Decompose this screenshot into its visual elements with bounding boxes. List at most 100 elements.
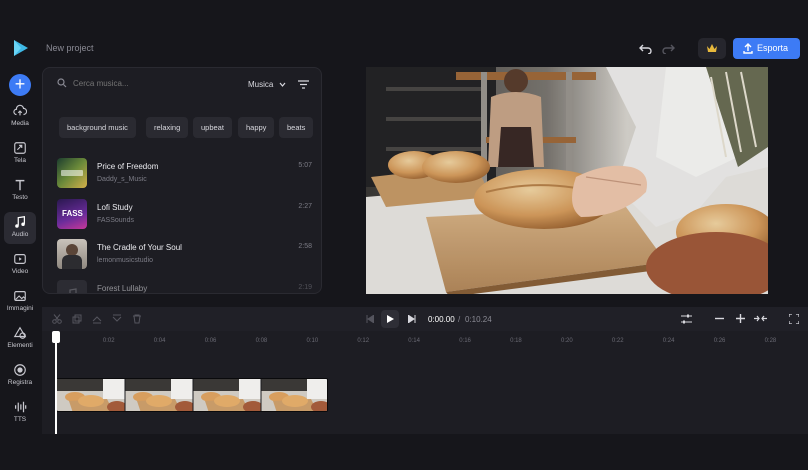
ruler-tick-label: 0:24 xyxy=(662,338,675,344)
track-title: The Cradle of Your Soul xyxy=(97,243,182,252)
video-icon xyxy=(14,254,26,264)
search-input[interactable] xyxy=(73,77,233,89)
left-sidebar: + Media Tela Testo Audio Video Immagini … xyxy=(0,0,40,470)
track-thumbnail xyxy=(57,280,87,293)
sidebar-item-tts[interactable]: TTS xyxy=(4,397,36,429)
crown-icon xyxy=(707,44,717,52)
video-clip[interactable] xyxy=(56,378,328,412)
trash-icon[interactable] xyxy=(132,314,142,324)
track-artist: FASSounds xyxy=(97,217,134,224)
tag-chip[interactable]: relaxing xyxy=(146,117,189,138)
add-button[interactable]: + xyxy=(9,74,31,96)
skip-forward-icon[interactable] xyxy=(408,315,416,323)
sidebar-item-registra[interactable]: Registra xyxy=(4,360,36,392)
tag-chip[interactable]: beats xyxy=(279,117,314,138)
fit-timeline-icon[interactable] xyxy=(754,314,767,323)
ruler-tick-label: 0:14 xyxy=(408,338,420,344)
track-item[interactable]: The Cradle of Your Soul lemonmusicstudio… xyxy=(57,239,312,271)
track-item[interactable]: FASS Lofi Study FASSounds 2:27 xyxy=(57,199,312,231)
undo-icon[interactable] xyxy=(639,42,653,54)
total-time: 0:10.24 xyxy=(465,315,492,324)
video-preview[interactable] xyxy=(366,67,768,294)
image-icon xyxy=(14,291,26,301)
track-item[interactable]: Forest Lullaby 2:19 xyxy=(57,280,312,293)
clip-thumbnails xyxy=(57,379,327,411)
sidebar-item-immagini[interactable]: Immagini xyxy=(4,286,36,318)
ruler-tick-label: 0:06 xyxy=(204,338,217,344)
ruler-tick-label: 0:04 xyxy=(153,338,166,344)
record-icon xyxy=(14,364,26,376)
canvas-resize-icon xyxy=(14,142,26,154)
sidebar-item-elementi[interactable]: Elementi xyxy=(4,323,36,355)
sidebar-item-media[interactable]: Media xyxy=(4,101,36,133)
sidebar-item-label: Elementi xyxy=(7,342,33,349)
sidebar-item-testo[interactable]: Testo xyxy=(4,175,36,207)
editor-app: + Media Tela Testo Audio Video Immagini … xyxy=(0,0,808,470)
track-artist: Daddy_s_Music xyxy=(97,176,147,183)
sidebar-item-video[interactable]: Video xyxy=(4,249,36,281)
ruler-tick-label: 0:08 xyxy=(255,338,268,344)
music-library-panel: Musica background music relaxing upbeat … xyxy=(42,67,322,294)
premium-button[interactable] xyxy=(698,38,726,59)
sidebar-item-label: Testo xyxy=(12,194,28,201)
time-separator: / xyxy=(458,315,461,324)
ruler-tick-label: 0:16 xyxy=(459,338,471,344)
tag-chip[interactable]: upbeat xyxy=(193,117,232,138)
timeline-panel: 0:00.00 / 0:10.24 00:020:040:060:080:100… xyxy=(42,307,808,434)
app-logo-icon[interactable] xyxy=(11,38,31,58)
move-down-icon[interactable] xyxy=(112,314,122,324)
play-button[interactable] xyxy=(381,310,399,328)
shapes-icon xyxy=(13,326,27,339)
time-ruler[interactable]: 00:020:040:060:080:100:120:140:160:180:2… xyxy=(42,331,808,353)
filter-icon[interactable] xyxy=(298,80,309,89)
sidebar-item-label: Immagini xyxy=(6,305,34,312)
tag-chip[interactable]: happy xyxy=(238,117,275,138)
ruler-tick-label: 0:12 xyxy=(357,338,370,344)
sidebar-item-label: Tela xyxy=(14,157,26,164)
fullscreen-icon[interactable] xyxy=(789,314,799,324)
track-title: Price of Freedom xyxy=(97,162,159,171)
upload-icon xyxy=(743,43,753,54)
category-label: Musica xyxy=(248,80,274,89)
ruler-tick-label: 0:10 xyxy=(306,338,319,344)
sidebar-item-label: Video xyxy=(11,268,29,275)
track-thumbnail xyxy=(57,158,87,188)
preview-frame-image xyxy=(366,67,768,294)
duplicate-icon[interactable] xyxy=(72,314,82,324)
track-duration: 2:58 xyxy=(298,243,312,250)
sidebar-item-label: Media xyxy=(11,120,29,127)
track-title: Forest Lullaby xyxy=(97,284,148,293)
waveform-icon xyxy=(15,401,27,413)
track-duration: 2:19 xyxy=(298,284,312,291)
music-note-icon xyxy=(15,216,25,228)
ruler-tick-label: 0:02 xyxy=(102,338,115,344)
adjust-icon[interactable] xyxy=(681,314,692,324)
track-duration: 2:27 xyxy=(298,203,312,210)
sidebar-item-label: TTS xyxy=(13,416,27,423)
ruler-tick-label: 0:20 xyxy=(561,338,573,344)
zoom-out-icon[interactable] xyxy=(715,317,724,320)
sidebar-item-label: Registra xyxy=(7,379,33,386)
track-item[interactable]: Price of Freedom Daddy_s_Music 5:07 xyxy=(57,158,312,190)
category-dropdown[interactable]: Musica xyxy=(248,80,286,89)
track-artist: lemonmusicstudio xyxy=(97,257,154,264)
ruler-tick-label: 0:26 xyxy=(713,338,726,344)
project-title[interactable]: New project xyxy=(46,43,94,53)
skip-back-icon[interactable] xyxy=(366,315,374,323)
sidebar-item-audio[interactable]: Audio xyxy=(4,212,36,244)
sidebar-item-tela[interactable]: Tela xyxy=(4,138,36,170)
search-bar[interactable] xyxy=(57,77,237,92)
zoom-in-icon[interactable] xyxy=(736,314,745,323)
track-duration: 5:07 xyxy=(298,162,312,169)
current-time: 0:00.00 xyxy=(428,315,455,324)
track-title: Lofi Study xyxy=(97,203,133,212)
scissors-icon[interactable] xyxy=(52,314,62,324)
redo-icon[interactable] xyxy=(661,42,675,54)
timeline-toolbar: 0:00.00 / 0:10.24 xyxy=(42,307,808,331)
export-button[interactable]: Esporta xyxy=(733,38,800,59)
export-label: Esporta xyxy=(757,43,789,53)
move-up-icon[interactable] xyxy=(92,314,102,324)
tag-chip[interactable]: background music xyxy=(59,117,136,138)
music-note-icon xyxy=(69,288,77,293)
playhead[interactable] xyxy=(55,331,57,434)
